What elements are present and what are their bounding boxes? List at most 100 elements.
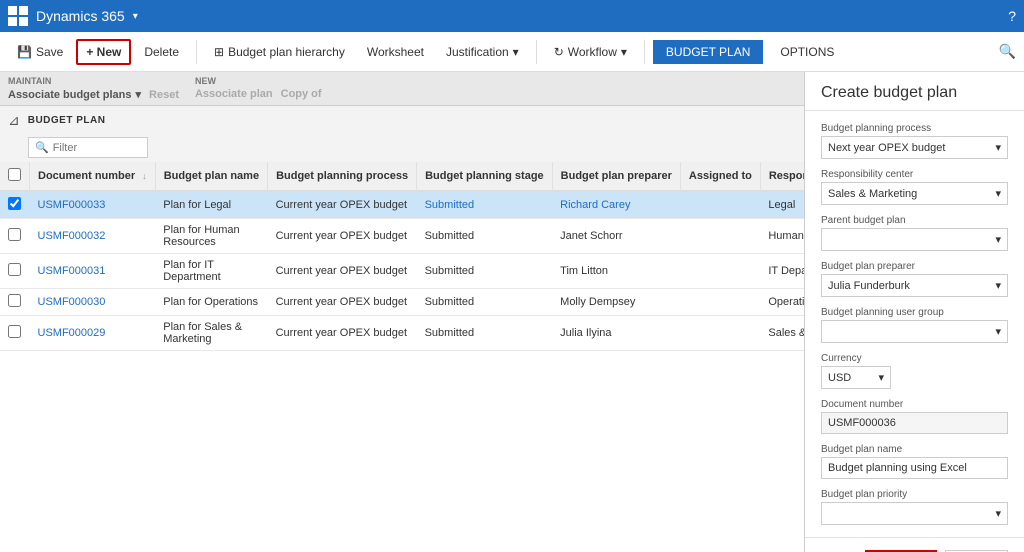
stage-cell: Submitted [417,254,553,289]
responsibility-cell: IT Department [760,254,804,289]
document-number-label: Document number [821,399,1008,410]
th-document-number[interactable]: Document number ↓ [30,162,156,191]
filter-search-icon: 🔍 [35,141,49,154]
responsibility-center-chevron-icon: ▾ [995,187,1001,200]
associate-button[interactable]: Associate budget plans ▾ [8,88,141,101]
budget-planning-process-field: Budget planning process Next year OPEX b… [821,123,1008,159]
main-area: MAINTAIN Associate budget plans ▾ Reset … [0,72,1024,552]
currency-value: USD [828,372,851,384]
document-number-cell[interactable]: USMF000029 [30,316,156,351]
th-budget-planning-stage[interactable]: Budget planning stage [417,162,553,191]
tab-budget-plan-label: BUDGET PLAN [666,45,750,59]
app-icon[interactable] [8,6,28,26]
budget-plan-preparer-label: Budget plan preparer [821,261,1008,272]
parent-budget-plan-label: Parent budget plan [821,215,1008,226]
copy-of-button[interactable]: Copy of [281,88,322,100]
budget-planning-process-value: Next year OPEX budget [828,142,945,154]
document-number-cell[interactable]: USMF000033 [30,191,156,219]
tab-options-label: OPTIONS [780,45,834,59]
separator-2 [536,40,537,64]
tab-options[interactable]: OPTIONS [767,40,847,64]
associate-plan-button[interactable]: Associate plan [195,88,273,100]
preparer-cell: Richard Carey [552,191,680,219]
th-budget-plan-preparer[interactable]: Budget plan preparer [552,162,680,191]
budget-planning-user-group-field: Budget planning user group ▾ [821,307,1008,343]
filter-input-wrapper[interactable]: 🔍 [28,137,148,158]
budget-plan-preparer-select[interactable]: Julia Funderburk ▾ [821,274,1008,297]
budget-planning-user-group-select[interactable]: ▾ [821,320,1008,343]
responsibility-cell: Operations [760,289,804,316]
reset-button[interactable]: Reset [149,88,179,101]
preparer-cell: Molly Dempsey [552,289,680,316]
delete-label: Delete [144,45,179,59]
process-cell: Current year OPEX budget [268,289,417,316]
th-budget-planning-process[interactable]: Budget planning process [268,162,417,191]
stage-cell: Submitted [417,219,553,254]
responsibility-cell: Human Resources [760,219,804,254]
hierarchy-icon: ⊞ [214,45,224,59]
app-chevron-icon[interactable]: ▾ [133,11,138,22]
select-all-checkbox[interactable] [8,168,21,181]
row-checkbox[interactable] [8,228,21,241]
budget-planning-user-group-chevron-icon: ▾ [995,325,1001,338]
document-number-cell[interactable]: USMF000030 [30,289,156,316]
table-row[interactable]: USMF000029 Plan for Sales & Marketing Cu… [0,316,804,351]
assigned-to-cell [680,254,760,289]
document-number-cell[interactable]: USMF000032 [30,219,156,254]
right-panel: Create budget plan Budget planning proce… [804,72,1024,552]
justification-button[interactable]: Justification ▾ [437,40,528,64]
assigned-to-cell [680,219,760,254]
assigned-to-cell [680,289,760,316]
row-checkbox-cell [0,289,30,316]
preparer-cell: Julia Ilyina [552,316,680,351]
budget-planning-process-select[interactable]: Next year OPEX budget ▾ [821,136,1008,159]
tab-budget-plan[interactable]: BUDGET PLAN [653,40,763,64]
row-checkbox[interactable] [8,197,21,210]
filter-input[interactable] [53,142,133,154]
responsibility-center-label: Responsibility center [821,169,1008,180]
table-row[interactable]: USMF000032 Plan for Human Resources Curr… [0,219,804,254]
assigned-to-cell [680,191,760,219]
budget-plan-priority-select[interactable]: ▾ [821,502,1008,525]
budget-plan-preparer-field: Budget plan preparer Julia Funderburk ▾ [821,261,1008,297]
save-button[interactable]: 💾 Save [8,40,72,64]
th-responsibility-center[interactable]: Responsibility center [760,162,804,191]
document-number-input [821,412,1008,434]
sort-icon: ↓ [142,171,147,181]
currency-field: Currency USD ▾ [821,353,1008,389]
document-number-cell[interactable]: USMF000031 [30,254,156,289]
row-checkbox[interactable] [8,263,21,276]
filter-icon[interactable]: ⊿ [8,112,20,129]
budget-plan-hierarchy-label: Budget plan hierarchy [228,45,345,59]
search-button[interactable]: 🔍 [999,43,1016,60]
new-section-label: NEW [195,76,322,86]
budget-plan-name-input[interactable] [821,457,1008,479]
process-cell: Current year OPEX budget [268,316,417,351]
currency-label: Currency [821,353,1008,364]
document-number-field: Document number [821,399,1008,434]
responsibility-center-select[interactable]: Sales & Marketing ▾ [821,182,1008,205]
table-row[interactable]: USMF000030 Plan for Operations Current y… [0,289,804,316]
associate-chevron-icon: ▾ [135,88,141,101]
maintain-label: MAINTAIN [8,76,179,86]
row-checkbox[interactable] [8,294,21,307]
table-row[interactable]: USMF000033 Plan for Legal Current year O… [0,191,804,219]
workflow-button[interactable]: ↻ Workflow ▾ [545,40,636,64]
budget-plan-name-field: Budget plan name [821,444,1008,479]
currency-select[interactable]: USD ▾ [821,366,891,389]
budget-plan-hierarchy-button[interactable]: ⊞ Budget plan hierarchy [205,40,354,64]
budget-plan-name-cell: Plan for IT Department [155,254,267,289]
table-row[interactable]: USMF000031 Plan for IT Department Curren… [0,254,804,289]
parent-budget-plan-field: Parent budget plan ▾ [821,215,1008,251]
help-icon[interactable]: ? [1008,8,1016,24]
new-button[interactable]: + New [76,39,131,65]
delete-button[interactable]: Delete [135,40,188,64]
th-budget-plan-name[interactable]: Budget plan name [155,162,267,191]
parent-budget-plan-select[interactable]: ▾ [821,228,1008,251]
row-checkbox[interactable] [8,325,21,338]
worksheet-button[interactable]: Worksheet [358,40,433,64]
new-label: + New [86,45,121,59]
th-assigned-to[interactable]: Assigned to [680,162,760,191]
panel-body: Budget planning process Next year OPEX b… [805,111,1024,537]
stage-cell: Submitted [417,289,553,316]
